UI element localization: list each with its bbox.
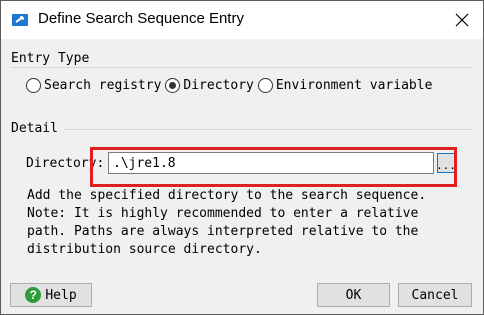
radio-environment-variable-label: Environment variable bbox=[275, 78, 433, 93]
radio-directory[interactable]: Directory bbox=[165, 78, 254, 93]
detail-divider bbox=[11, 129, 473, 130]
radio-directory-label: Directory bbox=[183, 78, 254, 93]
help-button-label: Help bbox=[45, 287, 77, 303]
help-icon: ? bbox=[25, 287, 42, 303]
close-icon bbox=[455, 13, 469, 27]
ok-button[interactable]: OK bbox=[317, 283, 390, 307]
app-window-icon bbox=[12, 14, 28, 26]
entry-type-divider bbox=[11, 67, 473, 68]
entry-type-options: Search registry Directory Environment va… bbox=[26, 78, 436, 93]
highlight-annotation-box bbox=[90, 147, 457, 187]
window-title: Define Search Sequence Entry bbox=[38, 10, 244, 27]
radio-search-registry-circle[interactable] bbox=[26, 78, 41, 93]
radio-search-registry-label: Search registry bbox=[44, 78, 162, 93]
radio-search-registry[interactable]: Search registry bbox=[26, 78, 161, 93]
cancel-button[interactable]: Cancel bbox=[398, 283, 472, 307]
directory-description: Add the specified directory to the searc… bbox=[27, 188, 427, 257]
entry-type-group-title: Entry Type bbox=[11, 51, 96, 66]
title-bar: Define Search Sequence Entry bbox=[1, 1, 483, 39]
radio-environment-variable-circle[interactable] bbox=[257, 78, 273, 93]
help-button[interactable]: ? Help bbox=[10, 283, 92, 307]
close-button[interactable] bbox=[449, 7, 475, 33]
detail-group-title: Detail bbox=[11, 121, 64, 136]
radio-directory-circle[interactable] bbox=[165, 78, 181, 93]
radio-environment-variable[interactable]: Environment variable bbox=[257, 78, 433, 93]
dialog-window: Define Search Sequence Entry Entry Type … bbox=[0, 0, 484, 315]
